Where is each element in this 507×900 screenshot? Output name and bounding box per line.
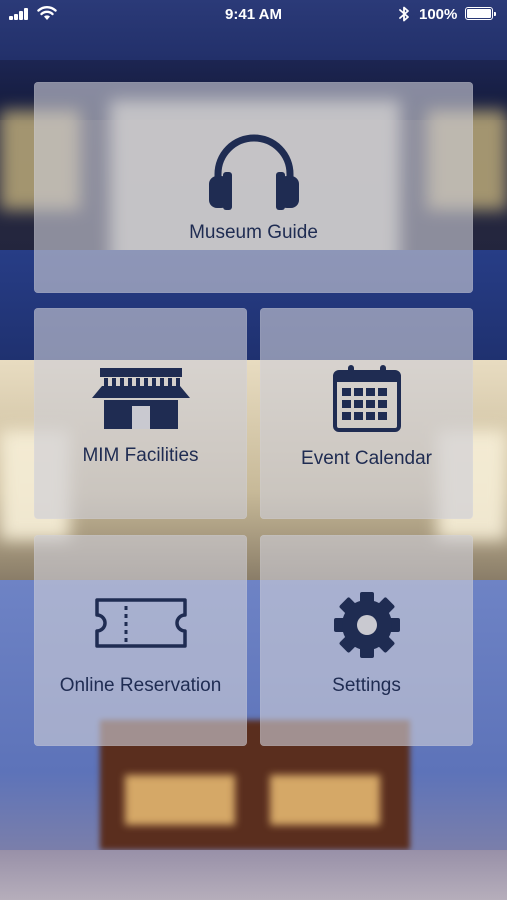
- headphones-icon: [208, 134, 299, 210]
- ticket-icon: [94, 598, 187, 648]
- settings-label: Settings: [332, 675, 401, 696]
- event-calendar-label: Event Calendar: [301, 448, 432, 469]
- online-reservation-tile[interactable]: Online Reservation: [34, 535, 247, 746]
- museum-guide-label: Museum Guide: [189, 222, 318, 243]
- settings-tile[interactable]: Settings: [260, 535, 473, 746]
- mim-facilities-tile[interactable]: MIM Facilities: [34, 308, 247, 519]
- online-reservation-label: Online Reservation: [59, 675, 222, 696]
- battery-percentage: 100%: [419, 6, 458, 23]
- status-bar: 9:41 AM 100%: [0, 0, 507, 28]
- mim-facilities-label: MIM Facilities: [82, 445, 199, 466]
- bluetooth-icon: [399, 6, 409, 22]
- battery-icon: [465, 7, 496, 20]
- gear-icon: [333, 592, 400, 658]
- museum-guide-tile[interactable]: Museum Guide: [34, 82, 473, 293]
- event-calendar-tile[interactable]: Event Calendar: [260, 308, 473, 519]
- calendar-icon: [332, 365, 401, 432]
- museum-building-icon: [91, 368, 190, 429]
